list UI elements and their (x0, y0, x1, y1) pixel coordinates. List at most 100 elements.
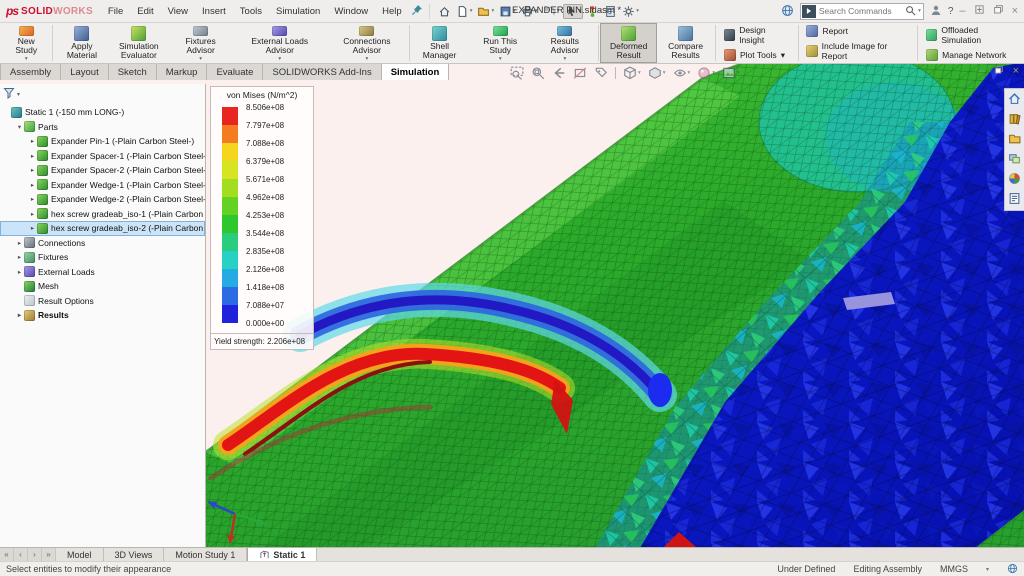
offloaded-simulation-button[interactable]: Offloaded Simulation (926, 25, 1015, 45)
tree-expand-arrow-icon[interactable]: ▸ (28, 166, 37, 174)
tree-item-hex-screw-gradeab-iso-1-plain-carbon-steel[interactable]: ▸hex screw gradeab_iso-1 (-Plain Carbon … (0, 207, 205, 222)
tab-next-button[interactable]: › (28, 548, 42, 562)
tab-3d-views[interactable]: 3D Views (104, 548, 165, 562)
tree-item-expander-wedge-2-plain-carbon-steel[interactable]: ▸Expander Wedge-2 (-Plain Carbon Steel-) (0, 192, 205, 207)
display-style-button[interactable]: ▾ (648, 66, 666, 80)
dropdown-caret-icon[interactable]: ▾ (737, 70, 740, 76)
file-explorer-button[interactable] (1008, 132, 1021, 147)
open-button[interactable]: ▾ (475, 4, 496, 19)
tab-sketch[interactable]: Sketch (108, 62, 157, 80)
simulation-evaluator-button[interactable]: Simulation Evaluator (110, 23, 167, 63)
tab-last-button[interactable]: » (42, 548, 56, 562)
tree-item-mesh[interactable]: Mesh (0, 279, 205, 294)
include-image-for-report-button[interactable]: Include Image for Report (806, 41, 909, 61)
tab-simulation[interactable]: Simulation (381, 62, 450, 80)
menu-tools[interactable]: Tools (233, 2, 269, 21)
login-user-icon[interactable] (930, 4, 942, 18)
menu-help[interactable]: Help (375, 2, 409, 21)
menu-view[interactable]: View (161, 2, 195, 21)
help-button[interactable]: ? (948, 6, 954, 17)
dropdown-caret-icon[interactable]: ▾ (781, 50, 785, 61)
menu-simulation[interactable]: Simulation (269, 2, 327, 21)
design-library-button[interactable] (1008, 112, 1021, 127)
dropdown-caret-icon[interactable]: ▾ (365, 56, 368, 62)
tree-item-results[interactable]: ▸Results (0, 308, 205, 323)
zoom-fit-button[interactable] (510, 66, 524, 80)
dropdown-caret-icon[interactable]: ▾ (636, 8, 639, 14)
tree-expand-arrow-icon[interactable]: ▸ (15, 268, 24, 276)
edit-appearance-button[interactable]: ▾ (697, 66, 715, 80)
tab-layout[interactable]: Layout (60, 62, 109, 80)
dropdown-caret-icon[interactable]: ▾ (199, 56, 202, 62)
tree-expand-arrow-icon[interactable]: ▸ (28, 152, 37, 160)
view-orientation-button[interactable]: ▾ (623, 66, 641, 80)
zoom-area-button[interactable] (531, 66, 545, 80)
dropdown-caret-icon[interactable]: ▾ (638, 70, 641, 76)
menu-window[interactable]: Window (327, 2, 375, 21)
search-box[interactable]: ▾ (800, 3, 924, 20)
status-globe-icon[interactable] (1007, 563, 1018, 576)
tree-expand-arrow-icon[interactable]: ▸ (28, 224, 37, 232)
graphics-area[interactable]: ▾▾▾▾▾ – × von Mises (N/m^2) 8.506e+087.7… (205, 62, 1024, 548)
previous-view-button[interactable] (552, 66, 566, 80)
scene-settings-button[interactable]: ▾ (722, 66, 740, 80)
dropdown-caret-icon[interactable]: ▾ (25, 56, 28, 62)
tab-motion-study-1[interactable]: Motion Study 1 (164, 548, 247, 562)
tab-prev-button[interactable]: ‹ (14, 548, 28, 562)
dropdown-caret-icon[interactable]: ▾ (499, 56, 502, 62)
connections-advisor-button[interactable]: Connections Advisor▾ (326, 23, 409, 63)
doc-restore-button[interactable] (994, 65, 1004, 78)
compare-results-button[interactable]: Compare Results (657, 23, 714, 63)
search-input[interactable] (817, 4, 905, 18)
report-button[interactable]: Report (806, 25, 909, 37)
design-insight-button[interactable]: Design Insight (724, 25, 790, 45)
dropdown-caret-icon[interactable]: ▾ (712, 70, 715, 76)
dropdown-caret-icon[interactable]: ▾ (470, 8, 473, 14)
menu-insert[interactable]: Insert (195, 2, 233, 21)
external-loads-advisor-button[interactable]: External Loads Advisor▾ (234, 23, 326, 63)
resources-home-button[interactable] (1008, 92, 1021, 107)
run-this-study-button[interactable]: Run This Study▾ (468, 23, 532, 63)
section-view-button[interactable] (573, 66, 587, 80)
tree-item-hex-screw-gradeab-iso-2-plain-carbon-steel[interactable]: ▸hex screw gradeab_iso-2 (-Plain Carbon … (0, 221, 205, 236)
dropdown-caret-icon[interactable]: ▾ (563, 56, 566, 62)
options-gear-button[interactable]: ▾ (620, 4, 641, 19)
minimize-button[interactable]: – (959, 6, 965, 17)
web-help-globe-icon[interactable] (781, 4, 794, 19)
tree-expand-arrow-icon[interactable]: ▸ (15, 311, 24, 319)
tree-expand-arrow-icon[interactable]: ▸ (15, 253, 24, 261)
tab-assembly[interactable]: Assembly (0, 62, 61, 80)
deformed-result-button[interactable]: Deformed Result (600, 23, 657, 63)
appearances-wheel-button[interactable] (1008, 172, 1021, 187)
tree-item-result-options[interactable]: Result Options (0, 294, 205, 309)
tree-expand-arrow-icon[interactable]: ▸ (28, 210, 37, 218)
tree-expand-arrow-icon[interactable]: ▸ (15, 239, 24, 247)
doc-minimize-button[interactable]: – (978, 66, 984, 77)
filter-caret-icon[interactable]: ▾ (17, 91, 20, 98)
maximize-button[interactable] (974, 4, 985, 18)
tree-item-expander-pin-1-plain-carbon-steel[interactable]: ▸Expander Pin-1 (-Plain Carbon Steel-) (0, 134, 205, 149)
tab-solidworks-add-ins[interactable]: SOLIDWORKS Add-Ins (262, 62, 381, 80)
tab-first-button[interactable]: « (0, 548, 14, 562)
tree-expand-arrow-icon[interactable]: ▸ (28, 195, 37, 203)
tab-evaluate[interactable]: Evaluate (206, 62, 263, 80)
dropdown-caret-icon[interactable]: ▾ (663, 70, 666, 76)
tab-model[interactable]: Model (56, 548, 104, 562)
dropdown-caret-icon[interactable]: ▾ (278, 56, 281, 62)
annotations-button[interactable] (594, 66, 608, 80)
tree-item-static-1-150-mm-long[interactable]: Static 1 (-150 mm LONG-) (0, 105, 205, 120)
custom-properties-button[interactable] (1008, 192, 1021, 207)
tab-markup[interactable]: Markup (156, 62, 208, 80)
status-caret-icon[interactable]: ▾ (986, 566, 989, 573)
search-icon[interactable] (905, 5, 916, 18)
tree-expand-arrow-icon[interactable]: ▾ (15, 123, 24, 131)
tree-item-external-loads[interactable]: ▸External Loads (0, 265, 205, 280)
restore-button[interactable] (993, 4, 1004, 18)
tree-item-expander-wedge-1-plain-carbon-steel[interactable]: ▸Expander Wedge-1 (-Plain Carbon Steel-) (0, 178, 205, 193)
tree-item-fixtures[interactable]: ▸Fixtures (0, 250, 205, 265)
manage-network-button[interactable]: Manage Network (926, 49, 1015, 61)
dropdown-caret-icon[interactable]: ▾ (491, 8, 494, 14)
simulation-3d-view[interactable] (205, 62, 1024, 548)
plot-tools-button[interactable]: Plot Tools▾ (724, 49, 790, 61)
new-study-button[interactable]: New Study▾ (2, 23, 51, 63)
